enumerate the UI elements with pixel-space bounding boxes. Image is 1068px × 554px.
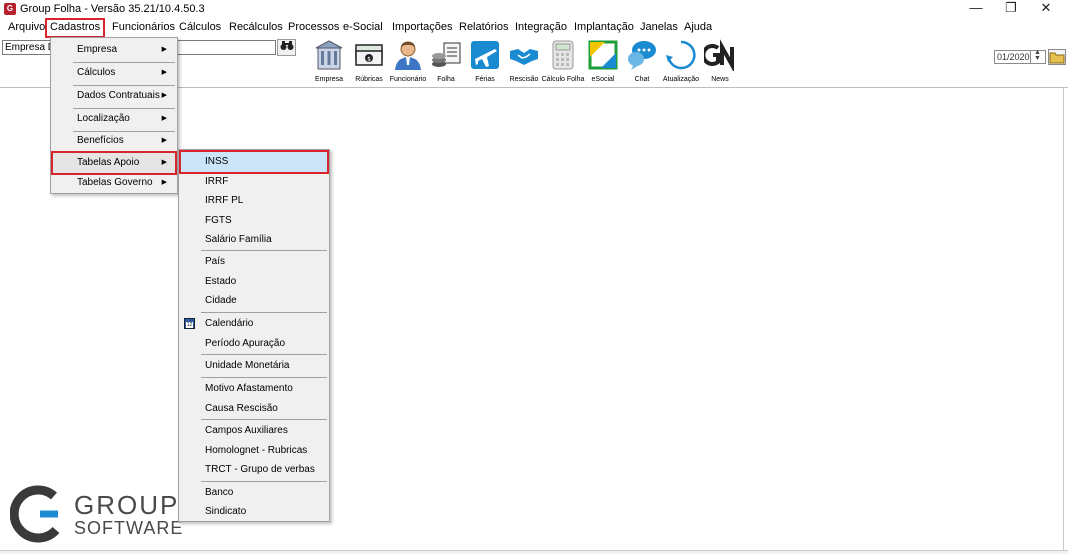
title-bar: G Group Folha - Versão 35.21/10.4.50.3 —… [0,0,1068,18]
menu-item-motivo-afastamento[interactable]: Motivo Afastamento [181,379,327,399]
window-title: Group Folha - Versão 35.21/10.4.50.3 [20,3,205,15]
logo-text-software: SOFTWARE [74,518,184,538]
menu-separator [201,250,327,251]
svg-text:$: $ [367,56,371,63]
news-icon [704,39,734,71]
menu-item-salario-familia[interactable]: Salário Família [181,230,327,250]
binoculars-icon[interactable] [277,39,296,56]
menu-item-calculos[interactable]: Cálculos ▶ [53,63,175,83]
status-bar [0,550,1068,554]
chat-icon [628,41,656,70]
building-icon [315,40,343,70]
group-software-logo: GROUP SOFTWARE [10,484,190,544]
menu-funcionarios[interactable]: Funcionários [112,21,175,33]
employee-icon [395,41,421,70]
menu-item-banco[interactable]: Banco [181,483,327,503]
menu-relatorios[interactable]: Relatórios [459,21,509,33]
menu-item-unidade-monetaria[interactable]: Unidade Monetária [181,356,327,376]
minimize-button[interactable]: — [958,0,994,18]
menu-separator [201,481,327,482]
menu-item-calendario[interactable]: 12 Calendário [181,314,327,334]
toolbar-news-button[interactable]: News [701,38,739,86]
tabelas-apoio-menu: INSS IRRF IRRF PL FGTS Salário Família P… [178,149,330,522]
menu-item-tabelas-governo[interactable]: Tabelas Governo ▶ [53,173,175,193]
submenu-arrow-icon: ▶ [161,137,167,144]
app-icon: G [4,3,16,15]
menu-separator [201,419,327,420]
submenu-arrow-icon: ▶ [161,69,167,76]
workspace-border [1063,88,1064,550]
menu-calculos[interactable]: Cálculos [179,21,221,33]
menu-separator [201,312,327,313]
menu-separator [201,354,327,355]
toolbar-news-label: News [711,76,729,83]
menu-item-irrf-pl[interactable]: IRRF PL [181,191,327,211]
menu-cadastros[interactable]: Cadastros [44,18,106,38]
submenu-arrow-icon: ▶ [161,159,167,166]
payroll-icon [432,42,461,67]
menu-arquivo[interactable]: Arquivo [8,21,45,33]
submenu-arrow-icon: ▶ [161,46,167,53]
menu-item-localizacao[interactable]: Localização ▶ [53,109,175,129]
menu-item-estado[interactable]: Estado [181,272,327,292]
menu-item-sindicato[interactable]: Sindicato [181,502,327,522]
menu-item-beneficios[interactable]: Benefícios ▶ [53,131,175,151]
menu-item-cidade[interactable]: Cidade [181,291,327,311]
cadastros-menu: Empresa ▶ Cálculos ▶ Dados Contratuais ▶ Lo… [50,37,178,194]
menu-bar: Arquivo Cadastros Funcionários Cálculos … [0,18,1068,38]
menu-recalculos[interactable]: Recálculos [229,21,283,33]
submenu-arrow-icon: ▶ [161,115,167,122]
menu-esocial[interactable]: e-Social [343,21,383,33]
menu-item-causa-rescisao[interactable]: Causa Rescisão [181,399,327,419]
esocial-icon [588,40,618,70]
money-icon: $ [355,44,383,66]
menu-item-tabelas-apoio[interactable]: Tabelas Apoio ▶ [51,151,177,175]
menu-item-empresa[interactable]: Empresa ▶ [53,40,175,60]
menu-item-campos-auxiliares[interactable]: Campos Auxiliares [181,421,327,441]
refresh-icon [666,40,696,70]
period-spinner[interactable]: ▲ ▼ [1030,49,1044,64]
restore-button[interactable]: ❐ [993,0,1029,18]
menu-importacoes[interactable]: Importações [392,21,453,33]
toolbar-calculo-folha-button[interactable]: Cálculo Folha [542,38,584,86]
menu-implantacao[interactable]: Implantação [574,21,634,33]
menu-item-pais[interactable]: País [181,252,327,272]
calculator-icon [552,40,574,70]
menu-item-trct-grupo-verbas[interactable]: TRCT - Grupo de verbas [181,460,327,480]
menu-processos[interactable]: Processos [288,21,339,33]
logo-mark-icon [10,485,60,543]
submenu-arrow-icon: ▶ [161,92,167,99]
menu-separator [201,377,327,378]
logo-text-group: GROUP [74,490,180,520]
close-button[interactable]: ✕ [1028,0,1064,18]
menu-item-inss[interactable]: INSS [179,150,329,174]
vacation-icon [471,41,499,69]
menu-item-periodo-apuracao[interactable]: Período Apuração [181,334,327,354]
menu-integracao[interactable]: Integração [515,21,567,33]
handshake-icon [510,49,538,65]
submenu-arrow-icon: ▶ [161,179,167,186]
menu-item-dados-contratuais[interactable]: Dados Contratuais ▶ [53,86,175,106]
menu-item-homolognet-rubricas[interactable]: Homolognet - Rubricas [181,441,327,461]
calendar-icon: 12 [184,318,195,329]
menu-item-irrf[interactable]: IRRF [181,172,327,192]
toolbar-empresa-button[interactable]: Empresa [310,38,348,86]
folder-icon[interactable] [1048,49,1066,65]
menu-ajuda[interactable]: Ajuda [684,21,712,33]
menu-item-fgts[interactable]: FGTS [181,211,327,231]
menu-janelas[interactable]: Janelas [640,21,678,33]
